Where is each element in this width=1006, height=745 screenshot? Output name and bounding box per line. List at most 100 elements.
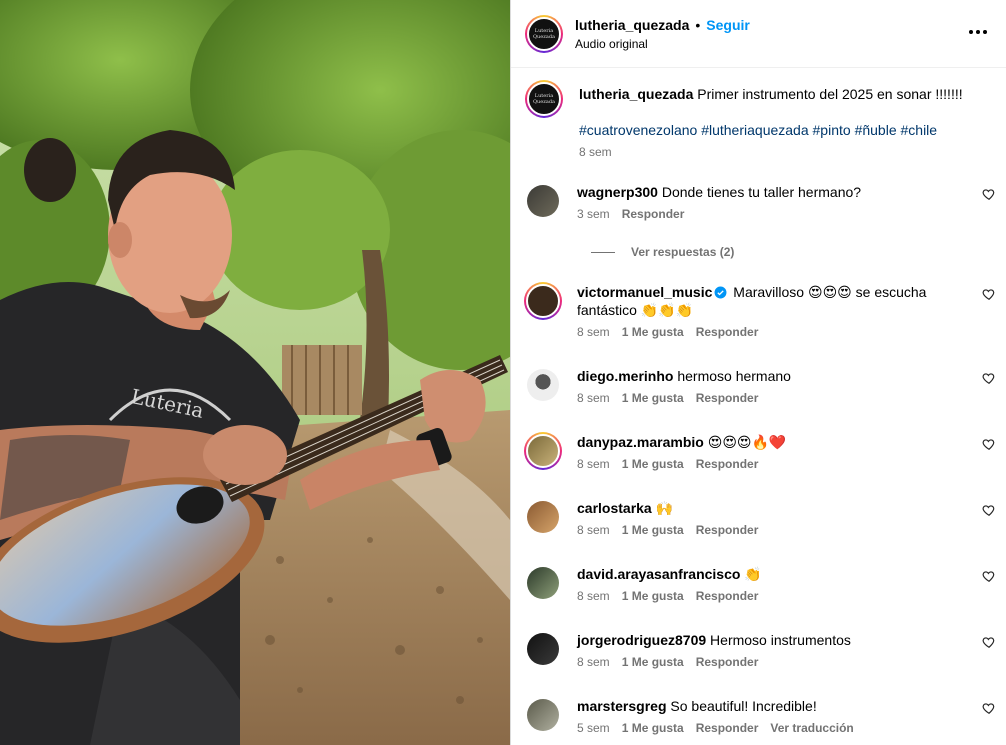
comment-likes[interactable]: 1 Me gusta [622,721,684,735]
comment-time: 5 sem [577,721,610,735]
comment-likes[interactable]: 1 Me gusta [622,655,684,669]
comment-avatar[interactable] [524,282,562,320]
comment-avatar[interactable] [527,699,559,731]
reply-button[interactable]: Responder [696,457,759,471]
like-heart-icon[interactable] [982,187,996,201]
caption-avatar-logo: Luteria Quezada [532,93,556,105]
reply-button[interactable]: Responder [622,207,685,221]
author-avatar[interactable]: Luteria Quezada [525,14,563,53]
like-heart-icon[interactable] [982,437,996,451]
like-heart-icon[interactable] [982,371,996,385]
post-header: Luteria Quezada lutheria_quezada • Segui… [511,0,1006,68]
translate-button[interactable]: Ver traducción [770,721,853,735]
comment-username[interactable]: marstersgreg [577,698,667,714]
hashtag[interactable]: #chile [901,122,938,138]
comment-avatar[interactable] [527,633,559,665]
hashtag[interactable]: #ñuble [855,122,897,138]
comment-text: So beautiful! Incredible! [670,698,817,714]
author-logo: Luteria Quezada [532,27,556,40]
comment-text: 👏 [744,566,762,582]
comment-text: hermoso hermano [677,368,791,384]
like-heart-icon[interactable] [982,635,996,649]
comment-time: 3 sem [577,207,610,221]
comment-username[interactable]: diego.merinho [577,368,673,384]
caption-text-line: lutheria_quezada Primer instrumento del … [579,85,963,103]
comment-text: 😍😍😍🔥❤️ [707,434,787,450]
caption-time: 8 sem [579,145,612,159]
comment-avatar[interactable] [527,185,559,217]
caption-username[interactable]: lutheria_quezada [579,86,693,102]
like-heart-icon[interactable] [982,503,996,517]
caption-avatar[interactable]: Luteria Quezada [525,80,563,118]
hashtag[interactable]: #pinto [813,122,851,138]
like-heart-icon[interactable] [982,287,996,301]
hashtag[interactable]: #cuatrovenezolano [579,122,697,138]
comment-time: 8 sem [577,589,610,603]
comment-text: Donde tienes tu taller hermano? [661,184,862,200]
comment-text-line: victormanuel_music Maravilloso 😍😍😍 se es… [577,283,996,319]
separator-dot: • [695,17,701,33]
like-heart-icon[interactable] [982,701,996,715]
follow-button[interactable]: Seguir [706,17,750,33]
comment-time: 8 sem [577,523,610,537]
video-frame-image: Luteria [0,0,510,745]
hashtag[interactable]: #lutheriaquezada [701,122,808,138]
comment-text: 🙌 [655,500,674,516]
comment-username[interactable]: victormanuel_music [577,284,712,300]
comment-username[interactable]: carlostarka [577,500,652,516]
comment-username[interactable]: wagnerp300 [577,184,658,200]
reply-button[interactable]: Responder [696,655,759,669]
reply-button[interactable]: Responder [696,721,759,735]
comment-likes[interactable]: 1 Me gusta [622,457,684,471]
hashtags: #cuatrovenezolano #lutheriaquezada #pint… [579,121,963,139]
comment-text-line: danypaz.marambio 😍😍😍🔥❤️ [577,433,996,451]
comment-text: Hermoso instrumentos [710,632,851,648]
audio-link[interactable]: Audio original [575,37,750,51]
replies-divider [591,251,615,253]
comment-avatar[interactable] [524,432,562,470]
comment-avatar[interactable] [527,567,559,599]
post-video[interactable]: Luteria [0,0,510,745]
comment-item: david.arayasanfrancisco 👏 8 sem 1 Me gust… [527,565,996,603]
comment-item: wagnerp300 Donde tienes tu taller herman… [527,183,996,221]
like-heart-icon[interactable] [982,569,996,583]
more-options-icon[interactable] [966,20,990,44]
comment-text-line: jorgerodriguez8709 Hermoso instrumentos [577,631,996,649]
comment-item: jorgerodriguez8709 Hermoso instrumentos … [527,631,996,669]
comment-text-line: marstersgreg So beautiful! Incredible! [577,697,996,715]
comment-item: carlostarka 🙌 8 sem 1 Me gusta Responder [527,499,996,537]
comment-text-line: wagnerp300 Donde tienes tu taller herman… [577,183,996,201]
comment-time: 8 sem [577,391,610,405]
reply-button[interactable]: Responder [696,391,759,405]
verified-badge-icon [714,286,727,299]
comment-time: 8 sem [577,457,610,471]
post-viewer: Luteria Luteria Quezada lutheria_quezada… [0,0,1006,745]
comment-likes[interactable]: 1 Me gusta [622,589,684,603]
comments-panel: Luteria Quezada lutheria_quezada • Segui… [510,0,1006,745]
reply-button[interactable]: Responder [696,325,759,339]
comment-username[interactable]: danypaz.marambio [577,434,704,450]
comment-likes[interactable]: 1 Me gusta [622,523,684,537]
comment-time: 8 sem [577,325,610,339]
author-username[interactable]: lutheria_quezada [575,17,689,33]
reply-button[interactable]: Responder [696,523,759,537]
caption-text: Primer instrumento del 2025 en sonar !!!… [697,86,963,102]
comment-item: diego.merinho hermoso hermano 8 sem 1 Me … [527,367,996,405]
comment-avatar[interactable] [527,369,559,401]
comment-item: marstersgreg So beautiful! Incredible! 5… [527,697,996,735]
reply-button[interactable]: Responder [696,589,759,603]
comment-item: danypaz.marambio 😍😍😍🔥❤️ 8 sem 1 Me gusta R… [524,432,996,471]
comment-likes[interactable]: 1 Me gusta [622,391,684,405]
comment-item: victormanuel_music Maravilloso 😍😍😍 se es… [524,282,996,339]
comment-time: 8 sem [577,655,610,669]
view-replies-button[interactable]: Ver respuestas (2) [591,245,734,259]
post-caption: Luteria Quezada lutheria_quezada Primer … [525,80,990,159]
comment-username[interactable]: david.arayasanfrancisco [577,566,740,582]
comment-text-line: diego.merinho hermoso hermano [577,367,996,385]
comment-likes[interactable]: 1 Me gusta [622,325,684,339]
comment-text-line: carlostarka 🙌 [577,499,996,517]
comment-avatar[interactable] [527,501,559,533]
comment-text-line: david.arayasanfrancisco 👏 [577,565,996,583]
comment-username[interactable]: jorgerodriguez8709 [577,632,706,648]
view-replies-label: Ver respuestas (2) [631,245,735,259]
